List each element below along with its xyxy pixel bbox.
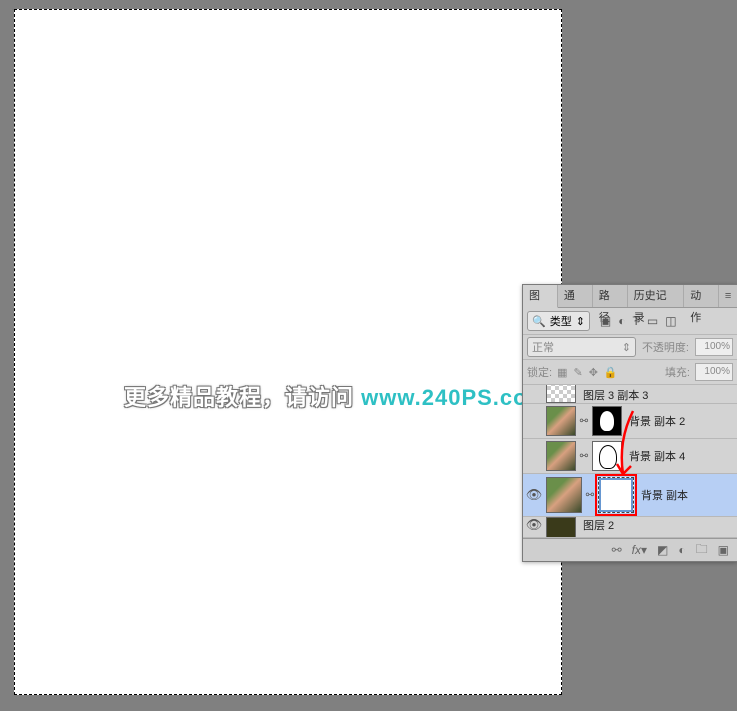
fill-label: 填充:: [665, 364, 690, 380]
filter-row: 🔍 类型 ⇕ ▣ ◐ T ▭ ◫: [523, 308, 737, 335]
layer-name[interactable]: 背景 副本 4: [629, 448, 685, 464]
panel-menu-icon[interactable]: ≡: [719, 290, 737, 302]
lock-all-icon[interactable]: 🔒: [604, 366, 618, 379]
layer-name[interactable]: 图层 2: [583, 517, 614, 533]
layer-thumbnail[interactable]: [546, 477, 582, 513]
filter-type-icons: ▣ ◐ T ▭ ◫: [600, 314, 677, 328]
visibility-toggle[interactable]: 👁: [525, 448, 543, 464]
tab-history[interactable]: 历史记录: [628, 285, 685, 307]
link-layers-icon[interactable]: ⚯: [612, 543, 622, 557]
opacity-field[interactable]: 100%: [695, 338, 733, 356]
tab-layers[interactable]: 图层: [523, 285, 558, 308]
new-group-icon[interactable]: 🗀: [696, 540, 708, 561]
tab-paths[interactable]: 路径: [593, 285, 628, 307]
mask-link-icon[interactable]: ⚯: [585, 490, 595, 501]
filter-kind-label: 类型: [550, 313, 572, 329]
layer-thumbnail[interactable]: [546, 517, 576, 538]
layer-fx-icon[interactable]: fx▾: [632, 543, 647, 557]
eye-icon: 👁: [526, 517, 543, 533]
layers-panel-footer: ⚯ fx▾ ◩ ◐ 🗀 ▣: [523, 538, 737, 561]
lock-row: 锁定: ▦ ✎ ✥ 🔒 填充: 100%: [523, 360, 737, 385]
layers-panel: 图层 通道 路径 历史记录 动作 ≡ 🔍 类型 ⇕ ▣ ◐ T ▭ ◫ 正常 ⇕…: [522, 284, 737, 562]
mask-link-icon[interactable]: ⚯: [579, 451, 589, 462]
filter-adjust-icon[interactable]: ◐: [618, 314, 625, 328]
search-icon: 🔍: [532, 315, 546, 328]
lock-transparency-icon[interactable]: ▦: [557, 366, 567, 379]
chevron-updown-icon: ⇕: [576, 315, 585, 328]
lock-label: 锁定:: [527, 364, 552, 380]
visibility-toggle[interactable]: 👁: [525, 387, 543, 403]
eye-icon: 👁: [526, 387, 543, 403]
lock-paint-icon[interactable]: ✎: [573, 366, 582, 379]
layer-row[interactable]: 👁 图层 3 副本 3: [523, 385, 737, 404]
layer-name[interactable]: 图层 3 副本 3: [583, 387, 648, 403]
mask-thumbnail[interactable]: [598, 477, 634, 513]
layer-thumbnail[interactable]: [546, 406, 576, 436]
mask-thumbnail[interactable]: [592, 406, 622, 436]
blend-mode-value: 正常: [532, 339, 554, 355]
eye-icon: 👁: [526, 413, 543, 429]
tab-actions[interactable]: 动作: [684, 285, 719, 307]
adjustment-layer-icon[interactable]: ◐: [678, 543, 685, 557]
eye-icon: 👁: [526, 448, 543, 464]
layer-thumbnail[interactable]: [546, 385, 576, 403]
panel-tabs: 图层 通道 路径 历史记录 动作 ≡: [523, 285, 737, 308]
eye-icon: 👁: [526, 487, 543, 503]
filter-type-icon[interactable]: T: [633, 314, 640, 328]
filter-pixel-icon[interactable]: ▣: [600, 314, 611, 328]
visibility-toggle[interactable]: 👁: [525, 413, 543, 429]
layer-row[interactable]: 👁 图层 2: [523, 517, 737, 538]
mask-thumbnail[interactable]: [592, 441, 622, 471]
visibility-toggle[interactable]: 👁: [525, 487, 543, 503]
fill-field[interactable]: 100%: [695, 363, 733, 381]
lock-position-icon[interactable]: ✥: [589, 366, 598, 379]
filter-kind-select[interactable]: 🔍 类型 ⇕: [527, 311, 590, 331]
layer-name[interactable]: 背景 副本 2: [629, 413, 685, 429]
lock-icons: ▦ ✎ ✥ 🔒: [557, 366, 618, 379]
layer-name[interactable]: 背景 副本: [641, 487, 688, 503]
opacity-label: 不透明度:: [642, 339, 689, 355]
chevron-updown-icon: ⇕: [622, 341, 631, 354]
watermark-label: 更多精品教程，请访问: [124, 385, 361, 410]
layer-row[interactable]: 👁 ⚯ 背景 副本: [523, 474, 737, 517]
add-mask-icon[interactable]: ◩: [657, 543, 668, 557]
watermark-url: www.240PS.com: [361, 385, 548, 410]
mask-link-icon[interactable]: ⚯: [579, 416, 589, 427]
canvas-document[interactable]: [14, 9, 562, 695]
layer-thumbnail[interactable]: [546, 441, 576, 471]
blend-mode-select[interactable]: 正常 ⇕: [527, 337, 636, 357]
layer-row[interactable]: 👁 ⚯ 背景 副本 2: [523, 404, 737, 439]
blend-row: 正常 ⇕ 不透明度: 100%: [523, 335, 737, 360]
watermark-text: 更多精品教程，请访问 www.240PS.com: [124, 380, 548, 412]
filter-smart-icon[interactable]: ◫: [665, 314, 676, 328]
tab-channels[interactable]: 通道: [558, 285, 593, 307]
layer-row[interactable]: 👁 ⚯ 背景 副本 4: [523, 439, 737, 474]
layers-list[interactable]: 👁 图层 3 副本 3 👁 ⚯ 背景 副本 2 👁 ⚯ 背景 副本 4 👁 ⚯ …: [523, 385, 737, 538]
new-layer-icon[interactable]: ▣: [718, 543, 729, 557]
visibility-toggle[interactable]: 👁: [525, 517, 543, 533]
filter-shape-icon[interactable]: ▭: [647, 314, 658, 328]
